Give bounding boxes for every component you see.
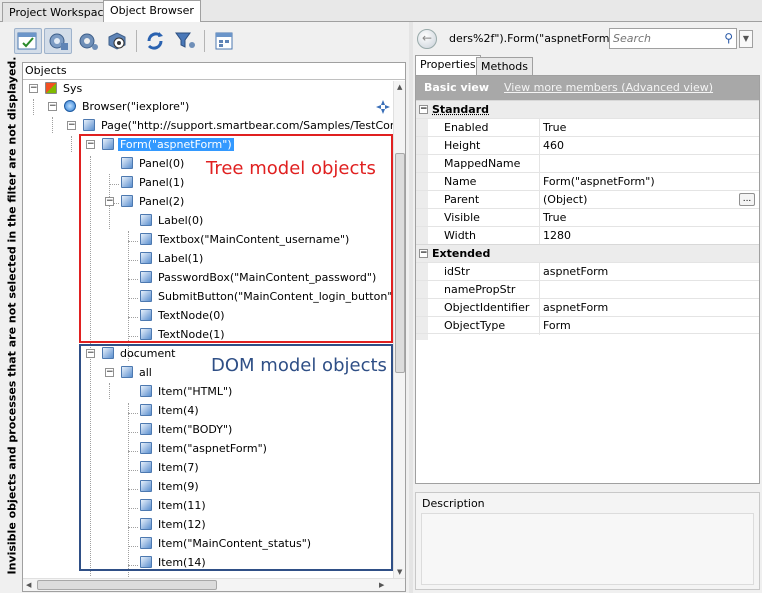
search-input[interactable] [610, 29, 718, 48]
back-arrow-icon: ← [421, 31, 433, 45]
view-options-button[interactable] [210, 28, 238, 54]
tree-node-page[interactable]: − Page("http://support.smartbear.com/Sam… [67, 117, 405, 135]
tree-vertical-scroll-thumb[interactable] [395, 153, 405, 373]
tree-column-header: Objects [23, 63, 405, 80]
eye-object-icon [108, 32, 126, 50]
tree-horizontal-scroll-thumb[interactable] [37, 580, 217, 590]
dom-model-highlight-box [79, 344, 393, 571]
collapse-icon[interactable]: − [48, 102, 57, 111]
property-group-extended[interactable]: − Extended [416, 244, 759, 262]
property-row[interactable]: ObjectIdentifier aspnetForm [416, 298, 759, 317]
property-row[interactable]: Enabled True [416, 118, 759, 137]
property-row[interactable]: Width 1280 [416, 226, 759, 245]
description-panel: Description [415, 492, 760, 590]
property-grid: Basic view View more members (Advanced v… [415, 75, 760, 484]
object-browser-toolbar [8, 26, 404, 56]
tree-node-browser[interactable]: − Browser("iexplore") [48, 98, 191, 116]
properties-panel: ← ders%2f").Form("aspnetForm") ⚲ ▼ Prope… [413, 22, 762, 593]
basic-view-label: Basic view [424, 81, 490, 94]
browser-spin-icon [376, 100, 390, 114]
window-grid-icon [215, 32, 233, 50]
tab-project-workspace[interactable]: Project Workspace [2, 2, 118, 22]
refresh-icon [147, 32, 163, 50]
tree-vertical-scrollbar[interactable]: ▲ ▼ [393, 81, 405, 578]
property-group-standard[interactable]: − Standard [416, 100, 759, 118]
tab-properties[interactable]: Properties [415, 55, 481, 76]
property-row[interactable]: ObjectType Form [416, 316, 759, 335]
tree-horizontal-scrollbar[interactable]: ◀ ▶ [23, 578, 405, 591]
object-path: ders%2f").Form("aspnetForm") [449, 32, 619, 45]
filter-icon [175, 32, 195, 48]
filter-notice-strip: Invisible objects and processes that are… [4, 56, 20, 582]
property-row[interactable]: MappedName [416, 154, 759, 173]
collapse-icon[interactable]: − [67, 121, 76, 130]
collapse-icon[interactable]: − [419, 105, 428, 114]
refresh-button[interactable] [142, 28, 170, 54]
properties-tab-bar: Properties Methods [415, 55, 760, 76]
tab-methods[interactable]: Methods [476, 57, 533, 75]
main-tab-bar: Project Workspace Object Browser [0, 0, 762, 23]
search-dropdown-button[interactable]: ▼ [739, 30, 753, 48]
collapse-icon[interactable]: − [29, 84, 38, 93]
chevron-down-icon: ▼ [742, 34, 750, 43]
filter-button[interactable] [172, 28, 200, 54]
dom-model-annotation: DOM model objects [211, 355, 387, 376]
advanced-view-link[interactable]: View more members (Advanced view) [504, 81, 713, 94]
tree-model-annotation: Tree model objects [206, 158, 376, 179]
process-gear-icon [49, 33, 68, 50]
gear-icon [79, 33, 98, 50]
parent-ellipsis-button[interactable]: ... [739, 193, 755, 206]
tab-object-browser[interactable]: Object Browser [103, 0, 201, 23]
description-content [421, 513, 754, 585]
object-icon [83, 119, 95, 131]
show-visible-objects-button[interactable] [14, 28, 42, 54]
search-icon[interactable]: ⚲ [724, 31, 733, 45]
property-row[interactable]: Visible True [416, 208, 759, 227]
filter-notice-text: Invisible objects and processes that are… [5, 56, 19, 575]
group-label: Standard [432, 103, 490, 116]
settings-gear-button[interactable] [74, 28, 102, 54]
tree-node-sys[interactable]: − Sys [29, 80, 84, 98]
show-processes-button[interactable] [44, 28, 72, 54]
ie-browser-icon [64, 100, 76, 112]
back-button[interactable]: ← [417, 29, 437, 49]
property-row[interactable]: Name Form("aspnetForm") [416, 172, 759, 191]
collapse-icon[interactable]: − [419, 249, 428, 258]
property-row[interactable]: Height 460 [416, 136, 759, 155]
highlight-object-button[interactable] [104, 28, 132, 54]
property-row[interactable]: Parent (Object)... [416, 190, 759, 209]
property-row[interactable]: idStr aspnetForm [416, 262, 759, 281]
search-box[interactable]: ⚲ [609, 28, 737, 49]
basic-view-bar: Basic view View more members (Advanced v… [416, 76, 759, 100]
visible-objects-icon [17, 32, 37, 50]
description-title: Description [422, 497, 485, 510]
property-row[interactable]: namePropStr [416, 280, 759, 299]
windows-logo-icon [45, 82, 57, 94]
group-label: Extended [432, 247, 491, 260]
